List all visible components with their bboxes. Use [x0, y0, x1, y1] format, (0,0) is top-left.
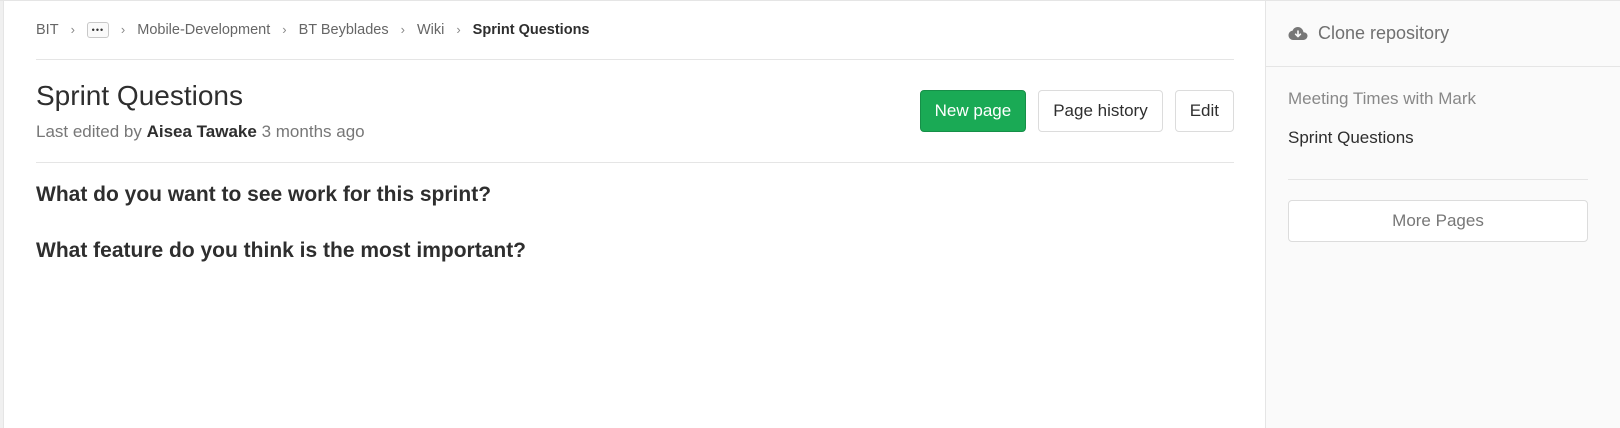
- chevron-right-icon: ›: [456, 21, 461, 37]
- wiki-page-item-active: Sprint Questions: [1288, 128, 1588, 148]
- content-heading: What do you want to see work for this sp…: [36, 183, 492, 206]
- page-actions: New page Page history Edit: [919, 90, 1234, 132]
- clone-repository-link[interactable]: Clone repository: [1266, 1, 1620, 67]
- new-page-button[interactable]: New page: [919, 90, 1027, 132]
- clone-repository-label: Clone repository: [1318, 23, 1450, 43]
- chevron-right-icon: ›: [120, 21, 126, 37]
- last-edited-info: Last edited by Aisea Tawake 3 months ago: [36, 122, 365, 142]
- breadcrumb: BIT › ••• › Mobile-Development › BT Beyb…: [36, 1, 1234, 60]
- cloud-download-icon: [1288, 26, 1308, 40]
- last-edited-time: 3 months ago: [261, 122, 365, 141]
- wiki-page: BIT › ••• › Mobile-Development › BT Beyb…: [0, 0, 1620, 428]
- more-pages-button[interactable]: More Pages: [1288, 200, 1588, 242]
- breadcrumb-item-current[interactable]: Sprint Questions: [473, 22, 590, 38]
- last-edited-prefix: Last edited by: [36, 122, 142, 141]
- page-header: Sprint Questions Last edited by Aisea Ta…: [36, 60, 1234, 163]
- wiki-content: What do you want to see work for this sp…: [36, 163, 1234, 263]
- chevron-right-icon: ›: [282, 21, 287, 37]
- page-history-button[interactable]: Page history: [1038, 90, 1163, 132]
- breadcrumb-item-bt-beyblades[interactable]: BT Beyblades: [299, 22, 389, 38]
- breadcrumb-item-wiki[interactable]: Wiki: [417, 22, 444, 38]
- author-link[interactable]: Aisea Tawake: [147, 122, 257, 141]
- wiki-sidebar: Clone repository Meeting Times with Mark…: [1265, 1, 1620, 428]
- breadcrumb-ellipsis-button[interactable]: •••: [86, 22, 109, 38]
- wiki-pages-list: Meeting Times with Mark Sprint Questions: [1288, 67, 1588, 180]
- edit-button[interactable]: Edit: [1174, 90, 1234, 132]
- wiki-page-item: Meeting Times with Mark: [1288, 89, 1588, 109]
- breadcrumb-item-mobile-development[interactable]: Mobile-Development: [137, 22, 270, 38]
- left-edge-bar: [0, 1, 4, 428]
- wiki-page-link-meeting-times[interactable]: Meeting Times with Mark: [1288, 89, 1476, 108]
- chevron-right-icon: ›: [400, 21, 405, 37]
- wiki-page-link-sprint-questions[interactable]: Sprint Questions: [1288, 128, 1414, 147]
- content-heading: What feature do you think is the most im…: [36, 239, 527, 262]
- breadcrumb-item-bit[interactable]: BIT: [36, 22, 59, 38]
- chevron-right-icon: ›: [70, 21, 75, 37]
- main-content: BIT › ••• › Mobile-Development › BT Beyb…: [36, 1, 1234, 295]
- page-title: Sprint Questions: [36, 80, 243, 111]
